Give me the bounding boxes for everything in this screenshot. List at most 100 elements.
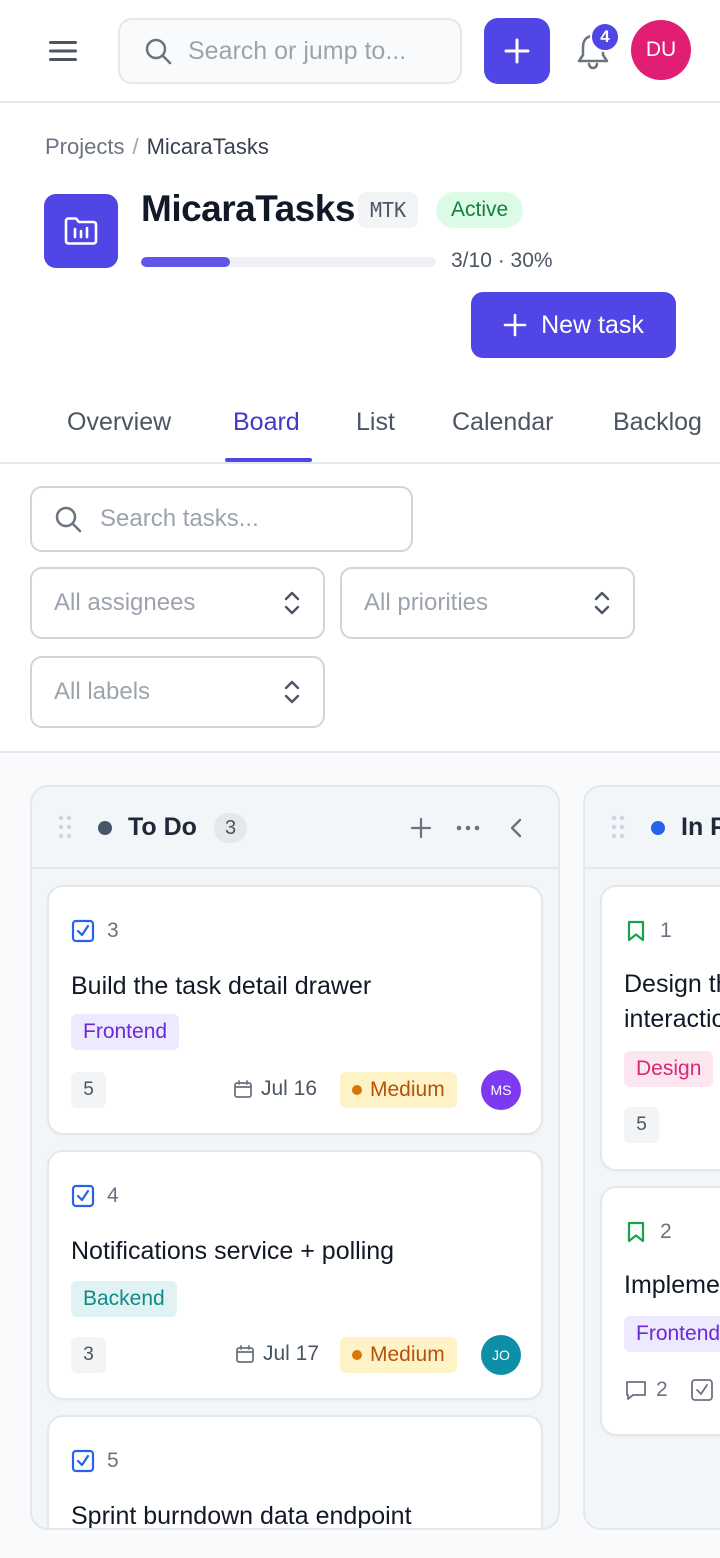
task-card[interactable]: 2 Implement Frontend 2 bbox=[600, 1186, 720, 1436]
task-checkbox-icon bbox=[71, 1449, 95, 1473]
task-title: Sprint burndown data endpoint bbox=[71, 1502, 412, 1530]
due-date-text: Jul 16 bbox=[261, 1077, 318, 1100]
bookmark-icon bbox=[627, 1221, 645, 1243]
calendar-icon bbox=[236, 1345, 254, 1363]
board-column-in-progress: In Progress 1 Design the interactions De… bbox=[583, 785, 720, 1530]
project-icon bbox=[44, 194, 118, 268]
tab-board[interactable]: Board bbox=[233, 408, 300, 437]
plus-icon bbox=[410, 817, 432, 839]
chevron-up-down-icon bbox=[594, 591, 610, 615]
task-title: Implement bbox=[624, 1271, 720, 1299]
plus-icon bbox=[504, 38, 530, 64]
column-count-badge: 3 bbox=[214, 813, 248, 843]
tab-calendar[interactable]: Calendar bbox=[452, 408, 553, 437]
column-status-dot bbox=[98, 821, 112, 835]
task-checkbox-icon bbox=[71, 919, 95, 943]
drag-handle-icon[interactable] bbox=[58, 815, 72, 839]
priority-badge: Medium bbox=[340, 1337, 457, 1373]
search-icon bbox=[145, 38, 172, 65]
task-number: 1 bbox=[660, 919, 672, 942]
label-filter-value: All labels bbox=[54, 678, 151, 705]
label-filter-select[interactable]: All labels bbox=[30, 656, 325, 728]
priority-filter-select[interactable]: All priorities bbox=[340, 567, 635, 639]
story-points-badge: 5 bbox=[624, 1107, 659, 1143]
priority-dot bbox=[352, 1085, 362, 1095]
priority-text: Medium bbox=[370, 1078, 445, 1101]
search-icon bbox=[55, 506, 82, 533]
user-avatar[interactable]: DU bbox=[631, 20, 691, 80]
project-progress-fill bbox=[141, 257, 230, 267]
task-label-frontend: Frontend bbox=[624, 1316, 720, 1352]
priority-badge: Medium bbox=[340, 1072, 457, 1108]
collapse-column-button[interactable] bbox=[501, 813, 531, 843]
checkbox-icon bbox=[691, 1379, 713, 1401]
tab-backlog[interactable]: Backlog bbox=[613, 408, 702, 437]
drag-handle-icon[interactable] bbox=[611, 815, 625, 839]
chevron-left-icon bbox=[510, 818, 522, 838]
kanban-board: To Do 3 3 Build the task detail drawer F… bbox=[0, 751, 720, 1558]
due-date: Jul 17 bbox=[235, 1342, 319, 1366]
task-number: 3 bbox=[107, 919, 119, 942]
notification-count-badge: 4 bbox=[590, 22, 620, 52]
priority-text: Medium bbox=[370, 1343, 445, 1366]
chevron-up-down-icon bbox=[284, 680, 300, 704]
page-title: MicaraTasks bbox=[141, 188, 355, 229]
task-title: Notifications service + polling bbox=[71, 1237, 395, 1265]
due-date: Jul 16 bbox=[233, 1077, 317, 1101]
assignee-avatar[interactable]: JO bbox=[481, 1335, 521, 1375]
calendar-icon bbox=[234, 1080, 252, 1098]
priority-filter-value: All priorities bbox=[364, 589, 489, 616]
quick-create-button[interactable] bbox=[484, 18, 550, 84]
comment-count: 2 bbox=[624, 1378, 668, 1402]
comment-icon bbox=[626, 1381, 646, 1400]
column-more-button[interactable] bbox=[453, 813, 483, 843]
assignee-filter-select[interactable]: All assignees bbox=[30, 567, 325, 639]
task-search-input[interactable]: Search tasks... bbox=[30, 486, 413, 552]
task-title-line-2: interactions bbox=[624, 1005, 720, 1033]
task-card[interactable]: 5 Sprint burndown data endpoint bbox=[47, 1415, 543, 1530]
bookmark-icon bbox=[627, 920, 645, 942]
subtask-count bbox=[690, 1378, 714, 1402]
chevron-up-down-icon bbox=[284, 591, 300, 615]
task-number: 2 bbox=[660, 1220, 672, 1243]
task-card[interactable]: 4 Notifications service + polling Backen… bbox=[47, 1150, 543, 1400]
task-title-line-1: Design the bbox=[624, 970, 720, 998]
priority-dot bbox=[352, 1350, 362, 1360]
folder-icon bbox=[64, 217, 98, 245]
project-status-badge: Active bbox=[436, 192, 524, 228]
column-status-dot bbox=[651, 821, 665, 835]
task-title: Build the task detail drawer bbox=[71, 972, 372, 1000]
tab-overview[interactable]: Overview bbox=[67, 408, 171, 437]
task-search-placeholder: Search tasks... bbox=[100, 505, 259, 532]
global-search-input[interactable]: Search or jump to... bbox=[118, 18, 462, 84]
assignee-avatar[interactable]: MS bbox=[481, 1070, 521, 1110]
column-title: In Progress bbox=[681, 813, 720, 841]
top-bar: Search or jump to... 4 DU bbox=[0, 0, 720, 103]
active-tab-indicator bbox=[225, 458, 312, 462]
task-label-backend: Backend bbox=[71, 1281, 177, 1317]
project-key-badge: MTK bbox=[358, 192, 419, 228]
new-task-button[interactable]: New task bbox=[471, 292, 676, 358]
project-tabs: Overview Board List Calendar Backlog bbox=[0, 384, 720, 464]
global-search-placeholder: Search or jump to... bbox=[188, 36, 407, 65]
assignee-filter-value: All assignees bbox=[54, 589, 196, 616]
task-card[interactable]: 3 Build the task detail drawer Frontend … bbox=[47, 885, 543, 1135]
task-label-design: Design bbox=[624, 1051, 714, 1087]
breadcrumb-projects-link[interactable]: Projects bbox=[45, 134, 124, 159]
add-task-to-column-button[interactable] bbox=[406, 813, 436, 843]
breadcrumb-separator: / bbox=[132, 134, 139, 159]
task-label-frontend: Frontend bbox=[71, 1014, 180, 1050]
due-date-text: Jul 17 bbox=[263, 1342, 320, 1365]
menu-button[interactable] bbox=[44, 34, 82, 68]
tab-list[interactable]: List bbox=[356, 408, 395, 437]
story-points-badge: 5 bbox=[71, 1072, 106, 1108]
column-header: To Do 3 bbox=[32, 787, 558, 869]
project-progress-text: 3/10 · 30% bbox=[451, 249, 553, 272]
task-number: 5 bbox=[107, 1449, 119, 1472]
project-progress-bar bbox=[141, 257, 436, 267]
task-checkbox-icon bbox=[71, 1184, 95, 1208]
story-points-badge: 3 bbox=[71, 1337, 106, 1373]
column-header: In Progress bbox=[585, 787, 720, 869]
hamburger-icon bbox=[49, 41, 77, 61]
task-card[interactable]: 1 Design the interactions Design 5 bbox=[600, 885, 720, 1171]
